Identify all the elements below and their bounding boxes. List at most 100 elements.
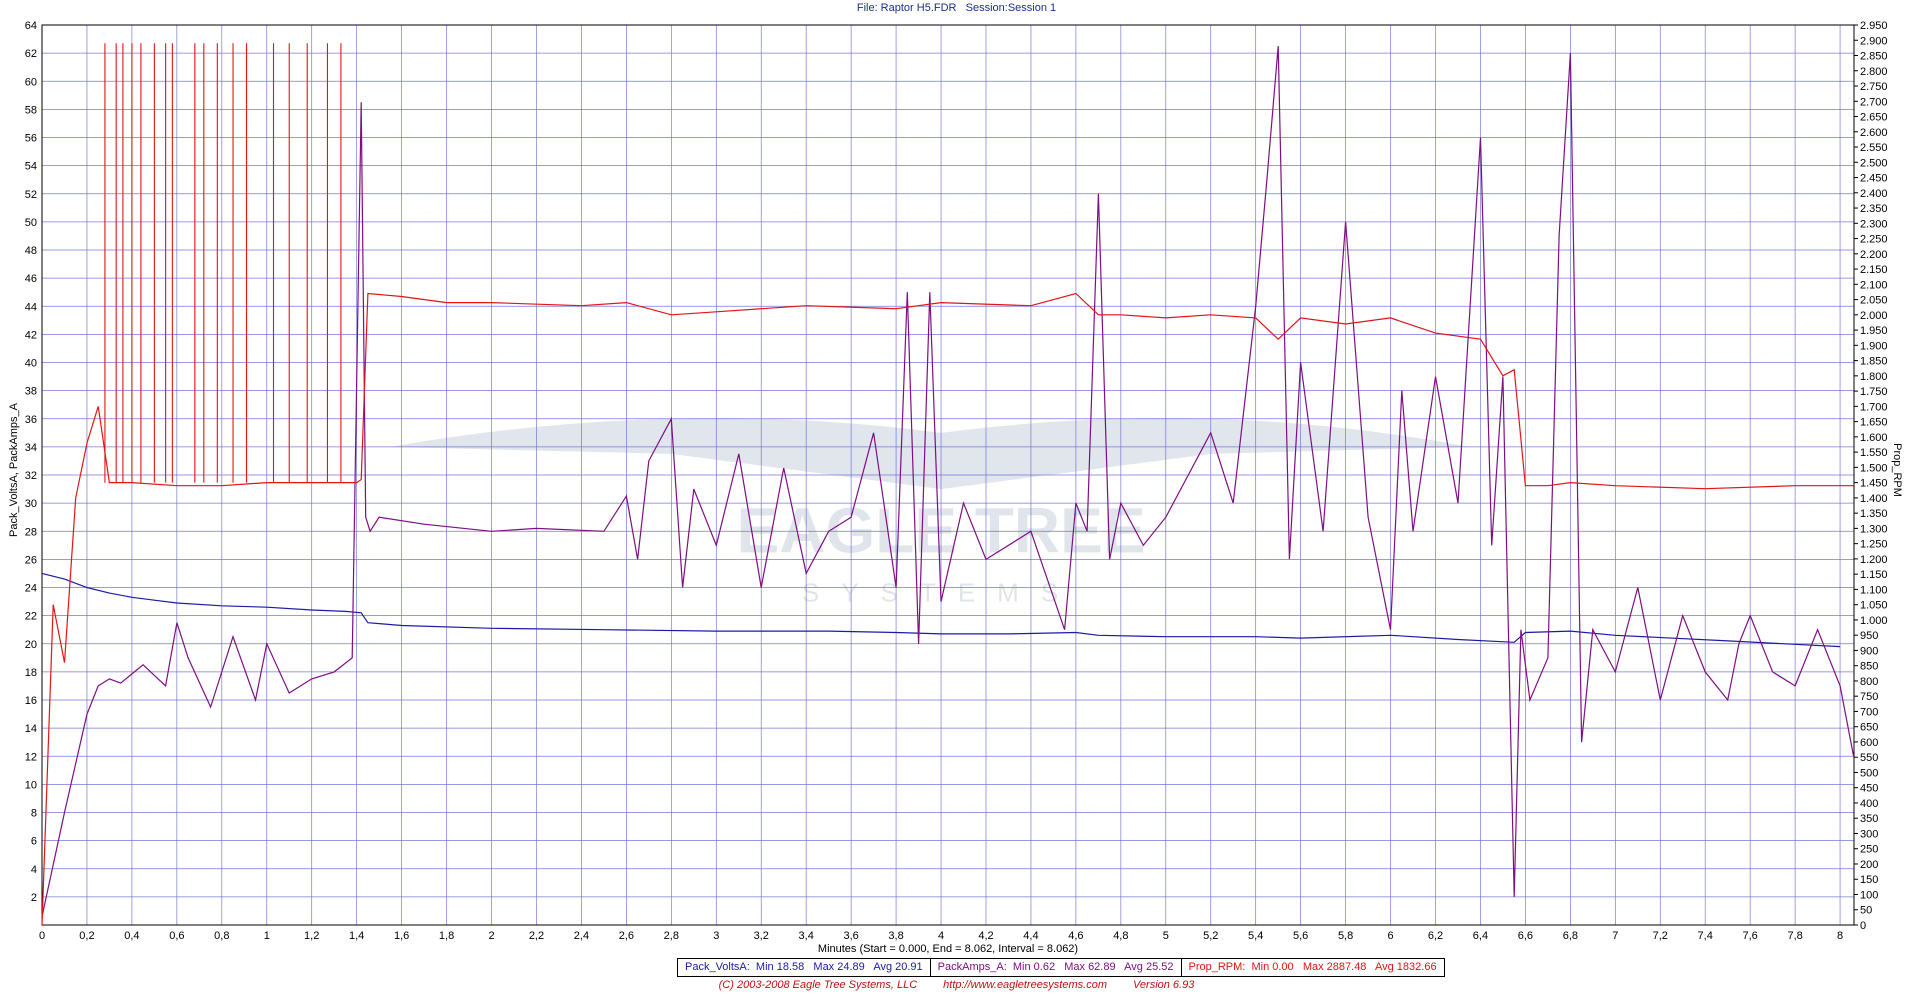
y2-tick-label: 1.900 [1860,340,1888,352]
y-tick-label: 58 [25,104,37,116]
x-tick-label: 7,6 [1743,930,1758,942]
y-tick-label: 44 [25,301,37,313]
y2-tick-label: 1.150 [1860,569,1888,581]
y2-tick-label: 100 [1860,889,1878,901]
y-tick-label: 6 [31,836,37,848]
x-tick-label: 4,2 [978,930,993,942]
left-axis-label: Pack_VoltsA, PackAmps_A [8,402,20,537]
y2-tick-label: 2.900 [1860,35,1888,47]
y2-tick-label: 2.700 [1860,96,1888,108]
y2-tick-label: 2.650 [1860,112,1888,124]
y2-tick-label: 350 [1860,813,1878,825]
y2-tick-label: 2.050 [1860,295,1888,307]
x-tick-label: 4 [938,930,944,942]
y2-tick-label: 250 [1860,844,1878,856]
y-tick-label: 32 [25,470,37,482]
watermark-eagle-shape [390,418,1470,490]
x-tick-label: 0,6 [169,930,184,942]
x-tick-label: 0,2 [79,930,94,942]
y2-tick-label: 550 [1860,752,1878,764]
x-tick-label: 3,4 [799,930,814,942]
y-tick-label: 4 [31,864,37,876]
x-axis-ticks: 0 0,2 0,4 0,6 0,8 1 1,2 1,4 1,6 1,8 2 2,2 2,4 2,6 2,8 3… [39,930,1843,942]
y2-tick-label: 500 [1860,767,1878,779]
y2-tick-label: 900 [1860,645,1878,657]
left-axis-ticks: 2468101214161820222426283032343638404244… [25,20,37,904]
y-tick-label: 50 [25,217,37,229]
x-tick-label: 3,6 [843,930,858,942]
x-tick-label: 1,4 [349,930,364,942]
y-tick-label: 26 [25,554,37,566]
flight-data-chart: EAGLE TREESYSTEMS 2468101214161820222426… [8,20,1903,955]
x-tick-label: 3 [713,930,719,942]
y-tick-label: 24 [25,583,37,595]
y2-tick-label: 0 [1860,920,1866,932]
y2-tick-label: 2.500 [1860,157,1888,169]
y2-tick-label: 1.650 [1860,417,1888,429]
y-tick-label: 38 [25,386,37,398]
y2-tick-label: 2.250 [1860,234,1888,246]
x-tick-label: 4,6 [1068,930,1083,942]
y2-tick-label: 700 [1860,706,1878,718]
stats-bar: Pack_VoltsA: Min 18.58 Max 24.89 Avg 20.… [677,958,1445,977]
y2-tick-label: 1.000 [1860,615,1888,627]
y-tick-label: 34 [25,442,37,454]
y-tick-label: 48 [25,245,37,257]
y2-tick-label: 2.600 [1860,127,1888,139]
y2-tick-label: 1.400 [1860,493,1888,505]
x-tick-label: 1,6 [394,930,409,942]
website-link[interactable]: http://www.eagletreesystems.com [943,979,1107,991]
y2-tick-label: 800 [1860,676,1878,688]
x-tick-label: 1 [264,930,270,942]
rpm-stats: Prop_RPM: Min 0.00 Max 2887.48 Avg 1832.… [1180,959,1444,976]
y2-tick-label: 1.250 [1860,539,1888,551]
grid-lines [41,24,1854,925]
y2-tick-label: 400 [1860,798,1878,810]
y-tick-label: 30 [25,498,37,510]
x-tick-label: 6,8 [1563,930,1578,942]
y2-tick-label: 50 [1860,905,1872,917]
y2-tick-label: 1.200 [1860,554,1888,566]
y2-tick-label: 1.950 [1860,325,1888,337]
x-tick-label: 6,2 [1428,930,1443,942]
x-tick-label: 0,4 [124,930,139,942]
y2-tick-label: 1.750 [1860,386,1888,398]
x-tick-label: 1,2 [304,930,319,942]
y2-tick-label: 2.300 [1860,218,1888,230]
y2-tick-label: 1.550 [1860,447,1888,459]
y-tick-label: 52 [25,189,37,201]
y2-tick-label: 2.950 [1860,20,1888,32]
x-tick-label: 7,8 [1787,930,1802,942]
x-tick-label: 5,8 [1338,930,1353,942]
x-tick-label: 3,8 [888,930,903,942]
y2-tick-label: 1.100 [1860,584,1888,596]
x-tick-label: 0,8 [214,930,229,942]
y-tick-label: 16 [25,695,37,707]
x-tick-label: 6,6 [1518,930,1533,942]
y-tick-label: 20 [25,639,37,651]
series-line-prop-rpm [41,292,1854,926]
y-tick-label: 46 [25,273,37,285]
y2-tick-label: 750 [1860,691,1878,703]
y2-tick-label: 2.000 [1860,310,1888,322]
y2-tick-label: 2.550 [1860,142,1888,154]
x-tick-label: 3,2 [754,930,769,942]
y-tick-label: 64 [25,20,37,32]
y2-tick-label: 2.350 [1860,203,1888,215]
y-tick-label: 10 [25,779,37,791]
x-tick-label: 4,8 [1113,930,1128,942]
y-tick-label: 28 [25,526,37,538]
x-tick-label: 7,4 [1698,930,1713,942]
y-tick-label: 54 [25,161,37,173]
y2-tick-label: 1.700 [1860,401,1888,413]
y2-tick-label: 2.400 [1860,188,1888,200]
y2-tick-label: 2.750 [1860,81,1888,93]
y-tick-label: 40 [25,358,37,370]
y-tick-label: 2 [31,892,37,904]
x-tick-label: 6,4 [1473,930,1488,942]
x-tick-label: 1,8 [439,930,454,942]
y-tick-label: 14 [25,723,37,735]
x-tick-label: 6 [1387,930,1393,942]
volts-stats: Pack_VoltsA: Min 18.58 Max 24.89 Avg 20.… [685,961,923,973]
y2-tick-label: 850 [1860,661,1878,673]
